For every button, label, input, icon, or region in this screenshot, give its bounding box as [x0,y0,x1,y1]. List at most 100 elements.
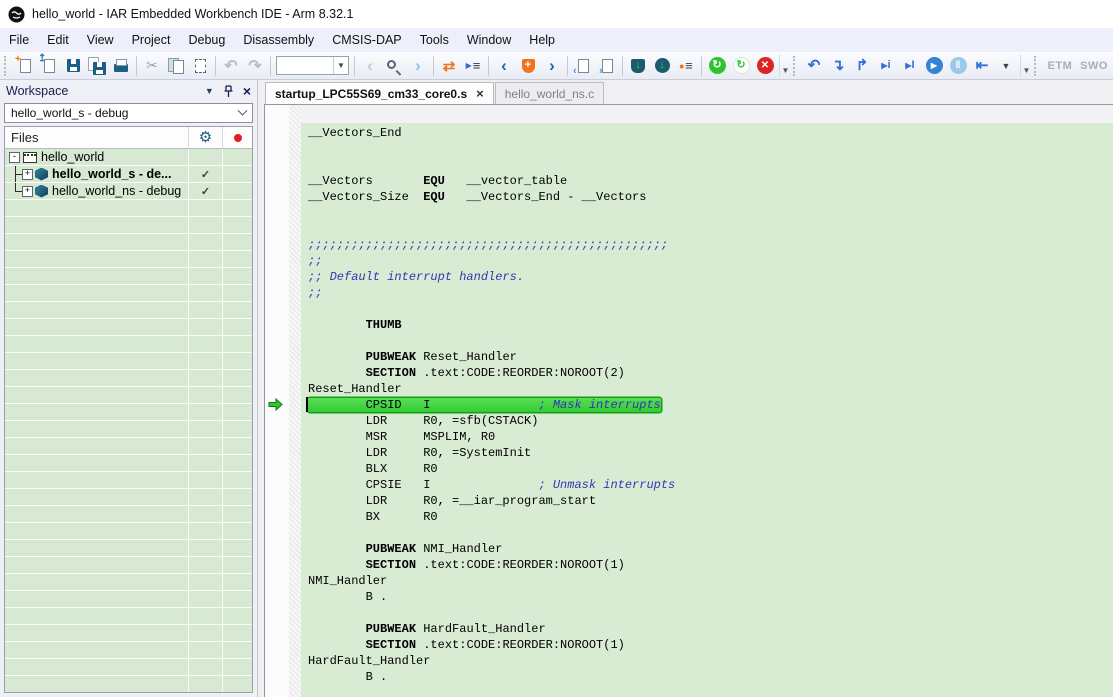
toolbar-separator [622,56,623,76]
debug-reset-button[interactable]: ↶ [802,54,826,78]
nav-back-button[interactable]: ‹ [358,54,382,78]
redo-button[interactable]: ↷ [243,54,267,78]
code-line: ;; [308,253,1113,269]
menu-debug[interactable]: Debug [179,28,234,52]
tree-row-option-cell[interactable]: ✓ [188,183,222,199]
print-button[interactable] [109,54,133,78]
debug-more-button[interactable]: ▼ [994,54,1018,78]
next-page-button[interactable]: › [595,54,619,78]
tree-empty-row [5,676,252,693]
code-line [308,157,1113,173]
step-out-button[interactable]: ↱ [850,54,874,78]
tree-row-breakpoint-cell[interactable] [222,183,252,199]
search-dropdown-icon[interactable]: ▼ [333,57,348,74]
menu-cmsis-dap[interactable]: CMSIS-DAP [323,28,410,52]
tab-hello-world-ns-c[interactable]: hello_world_ns.c [495,82,604,104]
step-into-button[interactable]: ▶i [874,54,898,78]
download-and-debug-button[interactable]: ↓ [650,54,674,78]
etm-label: ETM [1048,60,1073,72]
files-column-header[interactable]: Files [5,127,188,148]
cut-button[interactable]: ✂ [140,54,164,78]
toolbar-drag-handle[interactable] [793,56,799,76]
code-line [308,605,1113,621]
tree-empty-row [5,302,252,319]
workspace-file-icon [23,152,37,163]
new-file-button[interactable]: + [13,54,37,78]
tree-item-label: hello_world [41,150,104,164]
etm-button[interactable]: ETM [1043,54,1077,78]
tree-row-hello-world[interactable]: - hello_world [5,149,252,166]
step-over-button[interactable]: ↴ [826,54,850,78]
breakpoint-margin[interactable] [289,105,301,697]
toolbar-overflow-icon[interactable]: ▼ [1020,55,1032,77]
workspace-title: Workspace [6,84,68,98]
prev-page-button[interactable]: ‹ [571,54,595,78]
code-line [308,205,1113,221]
code-line [308,333,1113,349]
toolbar-drag-handle[interactable] [1034,56,1040,76]
dropdown-icon[interactable]: ▼ [205,86,214,96]
flash-menu-button[interactable]: •≡ [674,54,698,78]
go-button[interactable]: ▶ [922,54,946,78]
paste-button[interactable] [188,54,212,78]
stop-debug-button[interactable]: ⇤ [970,54,994,78]
tree-expander-icon[interactable]: + [22,186,33,197]
tree-empty-row [5,200,252,217]
tree-expander-icon[interactable]: + [22,169,33,180]
code-line: THUMB [308,317,1113,333]
save-button[interactable] [61,54,85,78]
find-button[interactable] [382,54,406,78]
menu-view[interactable]: View [78,28,123,52]
tree-row-option-cell[interactable]: ✓ [188,166,222,182]
tree-row-breakpoint-cell[interactable] [222,149,252,165]
menu-edit[interactable]: Edit [38,28,78,52]
close-icon[interactable]: × [243,83,251,99]
swo-button[interactable]: SWO [1077,54,1111,78]
tab-close-icon[interactable]: × [476,88,484,100]
code-line: CPSID I ; Mask interrupts [308,397,1113,413]
workspace-config-selector[interactable]: hello_world_s - debug [4,103,253,123]
search-input[interactable] [277,58,333,73]
code-text[interactable]: __Vectors_End __Vectors EQU __vector_tab… [301,123,1113,697]
toolbar-drag-handle[interactable] [4,56,10,76]
tree-row-hello-world-ns-debug[interactable]: +hello_world_ns - debug✓ [5,183,252,200]
prev-bookmark-button[interactable]: ‹ [492,54,516,78]
jump-toggle-button[interactable]: ⇄ [437,54,461,78]
stop-target-button[interactable]: ✕ [753,54,777,78]
search-combo[interactable]: ▼ [276,56,349,75]
menu-bar: FileEditViewProjectDebugDisassemblyCMSIS… [0,28,1113,52]
menu-tools[interactable]: Tools [411,28,458,52]
menu-window[interactable]: Window [458,28,520,52]
download-app-button[interactable]: ↓ [626,54,650,78]
pin-icon[interactable] [223,85,234,98]
toggle-bookmark-button[interactable]: + [516,54,540,78]
copy-button[interactable] [164,54,188,78]
reset-target-button[interactable]: ↻ [705,54,729,78]
next-bookmark-button[interactable]: › [540,54,564,78]
gear-column-header[interactable]: ⚙ [188,127,222,148]
break-button[interactable]: ‖ [946,54,970,78]
run-to-cursor-button[interactable]: ▶I [898,54,922,78]
toolbar-overflow-icon[interactable]: ▼ [779,55,791,77]
nav-forward-button[interactable]: › [406,54,430,78]
menu-disassembly[interactable]: Disassembly [234,28,323,52]
tree-empty-row [5,489,252,506]
open-file-button[interactable]: ↥ [37,54,61,78]
tree-expander-icon[interactable]: - [9,152,20,163]
save-all-button[interactable] [85,54,109,78]
tree-empty-row [5,319,252,336]
menu-file[interactable]: File [0,28,38,52]
toolbar: +↥✂↶↷▼‹›⇄▶≡‹+›‹›↓↓•≡↻↻✕▼↶↴↱▶i▶I▶‖⇤▼▼ETMS… [0,52,1113,80]
tree-row-option-cell[interactable] [188,149,222,165]
tab-startup-lpc55s69-cm33-core0-s[interactable]: startup_LPC55S69_cm33_core0.s× [265,82,494,104]
reset-connection-button[interactable]: ↻ [729,54,753,78]
goto-list-button[interactable]: ▶≡ [461,54,485,78]
editor-content[interactable]: __Vectors_End __Vectors EQU __vector_tab… [264,104,1113,697]
tree-row-breakpoint-cell[interactable] [222,166,252,182]
tree-empty-row [5,387,252,404]
breakpoint-column-header[interactable] [222,127,252,148]
menu-project[interactable]: Project [123,28,180,52]
undo-button[interactable]: ↶ [219,54,243,78]
menu-help[interactable]: Help [520,28,564,52]
tree-row-hello-world-s-de-[interactable]: +hello_world_s - de...✓ [5,166,252,183]
